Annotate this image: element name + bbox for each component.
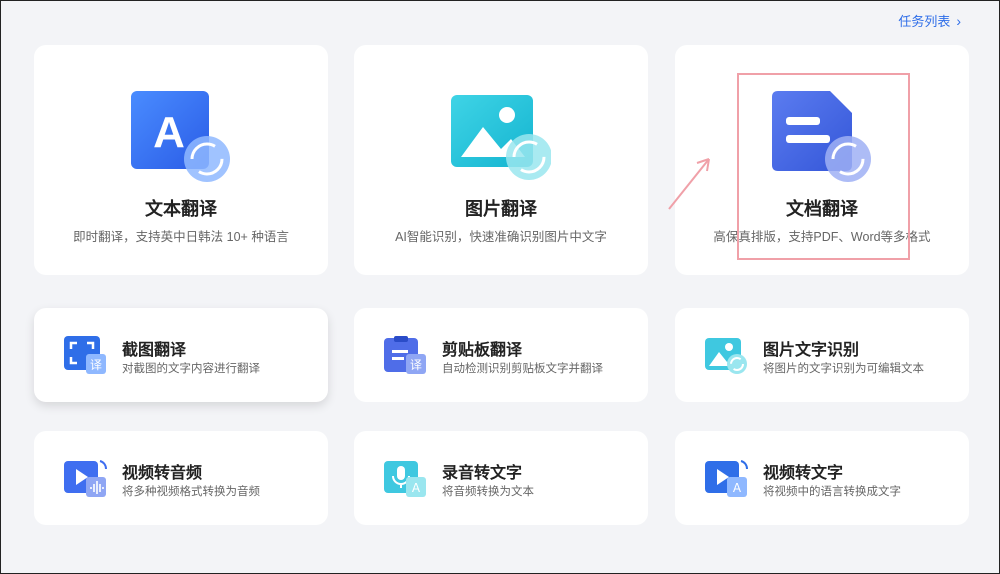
task-list-label: 任务列表 [898,14,951,29]
video-to-audio-icon [64,459,108,499]
card-desc: 将视频中的语言转换成文字 [763,486,901,498]
card-desc: 将音频转换为文本 [442,486,534,498]
text-translate-icon: A [131,91,231,187]
video-to-text-card[interactable]: A 视频转文字 将视频中的语言转换成文字 [675,431,969,525]
card-desc: 将多种视频格式转换为音频 [122,486,260,498]
screenshot-translate-icon: 译 [64,336,108,376]
screenshot-translate-card[interactable]: 译 截图翻译 对截图的文字内容进行翻译 [34,308,328,402]
clipboard-translate-card[interactable]: 译 剪贴板翻译 自动检测识别剪贴板文字并翻译 [354,308,648,402]
card-desc: 自动检测识别剪贴板文字并翻译 [442,363,603,375]
image-ocr-icon [705,336,749,376]
card-title: 图片文字识别 [763,342,860,359]
document-translate-icon [772,91,872,187]
card-desc: 对截图的文字内容进行翻译 [122,363,260,375]
card-title: 录音转文字 [442,465,523,482]
card-title: 视频转音频 [122,465,203,482]
card-title: 图片翻译 [465,199,537,219]
video-to-audio-card[interactable]: 视频转音频 将多种视频格式转换为音频 [34,431,328,525]
card-title: 剪贴板翻译 [442,342,523,359]
card-title: 视频转文字 [763,465,844,482]
text-translate-card[interactable]: A 文本翻译 即时翻译，支持英中日韩法 10+ 种语言 [34,45,328,275]
svg-text:A: A [153,108,185,157]
audio-to-text-card[interactable]: A 录音转文字 将音频转换为文本 [354,431,648,525]
image-translate-icon [451,91,552,187]
svg-text:译: 译 [90,358,102,372]
clipboard-translate-icon: 译 [384,336,428,376]
svg-text:A: A [733,481,742,495]
card-title: 文档翻译 [786,199,858,219]
card-desc: 高保真排版，支持PDF、Word等多格式 [713,230,931,244]
svg-text:译: 译 [410,358,422,372]
card-desc: 将图片的文字识别为可编辑文本 [763,363,924,375]
chevron-right-icon: › [956,12,961,29]
card-desc: 即时翻译，支持英中日韩法 10+ 种语言 [73,230,289,244]
video-to-text-icon: A [705,459,749,499]
image-translate-card[interactable]: 图片翻译 AI智能识别，快速准确识别图片中文字 [354,45,648,275]
document-translate-card[interactable]: 文档翻译 高保真排版，支持PDF、Word等多格式 [675,45,969,275]
svg-text:A: A [412,481,421,495]
card-desc: AI智能识别，快速准确识别图片中文字 [395,230,607,244]
image-ocr-card[interactable]: 图片文字识别 将图片的文字识别为可编辑文本 [675,308,969,402]
card-title: 截图翻译 [122,342,187,359]
task-list-link[interactable]: 任务列表 › [898,11,961,30]
audio-to-text-icon: A [384,459,428,499]
card-title: 文本翻译 [145,199,217,219]
